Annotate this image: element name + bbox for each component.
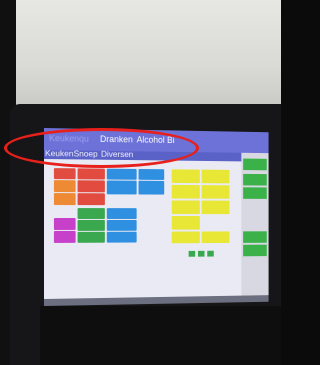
product-tile[interactable] bbox=[106, 208, 137, 219]
side-action-button[interactable] bbox=[243, 187, 267, 199]
side-action-button[interactable] bbox=[243, 231, 267, 243]
red-annotation-circle bbox=[4, 128, 199, 168]
product-tile[interactable] bbox=[201, 200, 230, 215]
product-tile[interactable] bbox=[77, 219, 105, 231]
product-tile[interactable] bbox=[171, 184, 200, 199]
product-tile[interactable] bbox=[171, 169, 200, 184]
product-tile[interactable] bbox=[77, 193, 105, 206]
page-button[interactable] bbox=[207, 250, 214, 257]
page-button[interactable] bbox=[197, 250, 205, 257]
product-tile[interactable] bbox=[77, 168, 105, 180]
product-tile[interactable] bbox=[171, 216, 200, 230]
page-button[interactable] bbox=[188, 250, 196, 257]
product-tile[interactable] bbox=[53, 230, 76, 243]
side-action-button[interactable] bbox=[243, 158, 267, 171]
product-tile[interactable] bbox=[201, 169, 230, 184]
product-tile[interactable] bbox=[53, 180, 76, 193]
product-tile[interactable] bbox=[138, 168, 165, 180]
product-tile[interactable] bbox=[106, 219, 137, 231]
product-tile[interactable] bbox=[201, 231, 230, 244]
product-tile[interactable] bbox=[77, 231, 105, 243]
product-tile[interactable] bbox=[171, 231, 200, 244]
product-tile[interactable] bbox=[53, 193, 76, 206]
product-tile[interactable] bbox=[53, 217, 76, 230]
product-tile[interactable] bbox=[138, 180, 165, 195]
side-action-button[interactable] bbox=[243, 244, 267, 257]
product-tile[interactable] bbox=[201, 185, 230, 199]
product-tile[interactable] bbox=[77, 208, 105, 219]
monitor-base bbox=[40, 306, 281, 365]
product-tile[interactable] bbox=[106, 231, 137, 243]
product-tile[interactable] bbox=[171, 200, 200, 215]
product-tile[interactable] bbox=[53, 168, 76, 180]
background-wall bbox=[0, 0, 281, 112]
side-action-button[interactable] bbox=[243, 173, 267, 186]
product-tile[interactable] bbox=[77, 180, 105, 193]
product-tile[interactable] bbox=[106, 180, 137, 195]
product-tile[interactable] bbox=[106, 168, 137, 180]
